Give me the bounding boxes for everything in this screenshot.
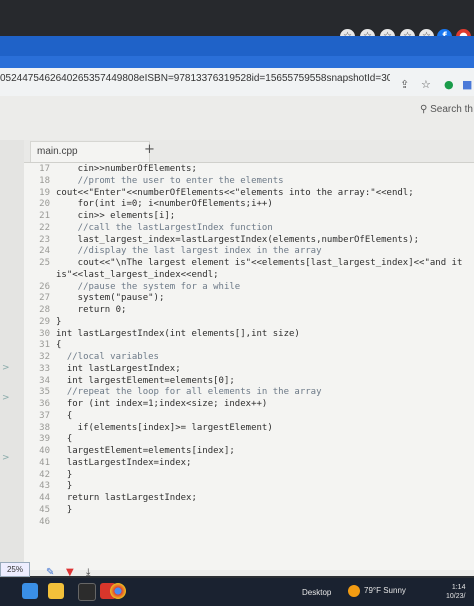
line-number: 27	[39, 293, 50, 304]
line-number: 35	[39, 387, 50, 398]
code-line[interactable]: if(elements[index]>= largestElement)	[56, 423, 273, 433]
line-number: 24	[39, 246, 50, 257]
url-text[interactable]: 0524475462640265357449808eISBN=978133763…	[0, 73, 390, 84]
clock[interactable]: 1:14 10/23/	[446, 583, 465, 601]
line-number: 36	[39, 399, 50, 409]
line-number: 25	[39, 258, 50, 268]
line-number: 29	[39, 316, 50, 327]
app-icon[interactable]	[78, 583, 96, 601]
time-text: 1:14	[451, 584, 466, 591]
search-field[interactable]: ⚲ Search th	[420, 104, 473, 115]
code-line[interactable]: int lastLargestIndex;	[56, 364, 181, 374]
line-number: 40	[39, 446, 50, 456]
search-icon: ⚲	[420, 104, 428, 115]
pencil-icon[interactable]: ✎	[46, 567, 54, 578]
line-number: 28	[39, 305, 50, 315]
line-number: 21	[39, 211, 50, 221]
chevron-right-icon[interactable]: >	[2, 393, 10, 403]
chevron-right-icon[interactable]: >	[2, 453, 10, 463]
code-line[interactable]: {	[56, 434, 72, 444]
download-icon[interactable]: ⤓	[86, 567, 90, 578]
code-line[interactable]: //repeat the loop for all elements in th…	[56, 387, 322, 397]
code-line[interactable]: {	[56, 411, 72, 421]
line-number: 41	[39, 457, 50, 468]
code-line[interactable]: cout<<"\nThe largest element is"<<elemen…	[56, 258, 463, 268]
code-line[interactable]: {	[56, 340, 61, 350]
trash-icon[interactable]: ▼	[66, 567, 74, 578]
line-number: 37	[39, 410, 50, 421]
code-line[interactable]: //call the lastLargestIndex function	[56, 223, 273, 233]
grammarly-icon[interactable]: ●	[444, 78, 454, 91]
line-number: 44	[39, 493, 50, 503]
line-number: 32	[39, 352, 50, 362]
start-icon[interactable]	[22, 583, 38, 599]
chevron-right-icon[interactable]: >	[2, 363, 10, 373]
line-number: 18	[39, 175, 50, 186]
line-number: 19	[39, 187, 50, 198]
add-tab-button[interactable]: +	[144, 142, 155, 157]
line-number: 23	[39, 234, 50, 245]
code-line[interactable]: }	[56, 317, 61, 327]
left-gutter-strip: > > >	[0, 140, 24, 570]
bookmark-star-icon[interactable]: ☆	[421, 78, 431, 91]
code-line[interactable]: //local variables	[56, 352, 159, 362]
line-number: 33	[39, 363, 50, 374]
code-line[interactable]: return 0;	[56, 305, 127, 315]
line-number: 17	[39, 164, 50, 174]
code-line[interactable]: system("pause");	[56, 293, 165, 303]
code-line[interactable]: last_largest_index=lastLargestIndex(elem…	[56, 235, 419, 245]
line-number: 43	[39, 481, 50, 492]
search-label: Search th	[430, 104, 473, 115]
code-line[interactable]: }	[56, 481, 72, 491]
code-line[interactable]: lastLargestIndex=index;	[56, 458, 192, 468]
line-number: 31	[39, 340, 50, 351]
line-number: 26	[39, 281, 50, 292]
code-line[interactable]: is"<<last_largest_index<<endl;	[56, 270, 219, 280]
browser-tab-content	[0, 56, 474, 68]
line-number: 30	[39, 328, 50, 339]
share-icon[interactable]: ⇪	[400, 78, 409, 91]
desktop-label[interactable]: Desktop	[302, 588, 331, 597]
weather-text[interactable]: 79°F Sunny	[364, 586, 406, 595]
browser-top-strip: ☆ ☆ ☆ ☆ ☆ f ●	[0, 0, 474, 44]
line-number: 39	[39, 434, 50, 445]
code-line[interactable]: return lastLargestIndex;	[56, 493, 197, 503]
code-line[interactable]: }	[56, 505, 72, 515]
line-number: 20	[39, 199, 50, 210]
file-explorer-icon[interactable]	[48, 583, 64, 599]
code-line[interactable]: for(int i=0; i<numberOfElements;i++)	[56, 199, 273, 209]
code-line[interactable]: for (int index=1;index<size; index++)	[56, 399, 268, 409]
code-line[interactable]: cin>> elements[i];	[56, 211, 176, 221]
zoom-level[interactable]: 25%	[0, 562, 30, 577]
extension-icon[interactable]: ■	[462, 78, 472, 91]
code-line[interactable]: //pause the system for a while	[56, 282, 241, 292]
line-number: 34	[39, 375, 50, 386]
code-line[interactable]: }	[56, 470, 72, 480]
line-number: 46	[39, 516, 50, 527]
line-number: 38	[39, 422, 50, 433]
chrome-icon[interactable]	[110, 583, 126, 599]
code-line[interactable]: largestElement=elements[index];	[56, 446, 235, 456]
tab-main-cpp[interactable]: main.cpp	[30, 141, 150, 162]
code-line[interactable]: int largestElement=elements[0];	[56, 376, 235, 386]
code-line[interactable]: cin>>numberOfElements;	[56, 164, 197, 174]
line-number: 22	[39, 222, 50, 233]
line-number: 45	[39, 504, 50, 515]
code-line[interactable]: //display the last largest index in the …	[56, 246, 322, 256]
code-line[interactable]: cout<<"Enter"<<numberOfElements<<"elemen…	[56, 188, 414, 198]
code-line[interactable]: int lastLargestIndex(int elements[],int …	[56, 329, 300, 339]
code-line[interactable]: //promt the user to enter the elements	[56, 176, 284, 186]
line-number: 42	[39, 469, 50, 480]
date-text: 10/23/	[446, 593, 466, 600]
sun-icon	[348, 585, 360, 597]
